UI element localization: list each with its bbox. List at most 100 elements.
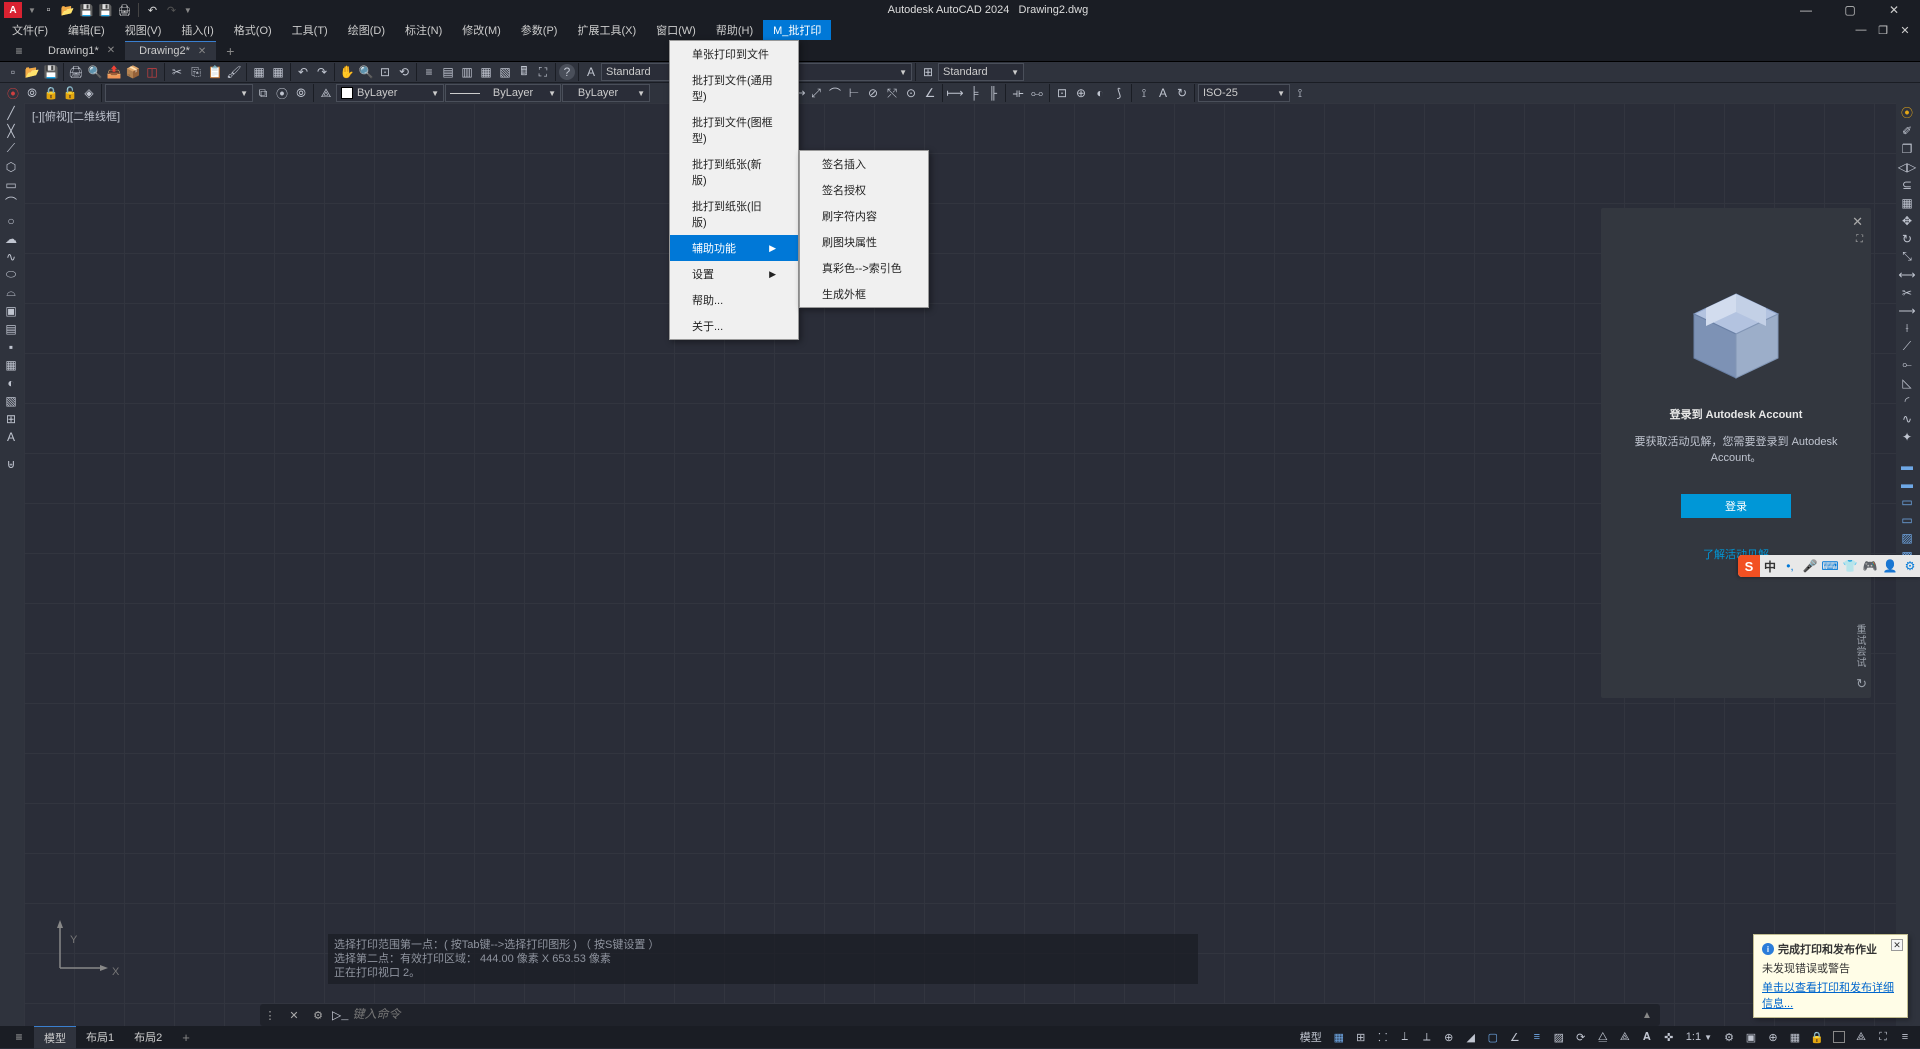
menuitem-12[interactable]: 帮助(H) bbox=[706, 20, 763, 40]
layerstates-icon[interactable]: ⟁ bbox=[317, 84, 335, 102]
array-icon[interactable]: ▦ bbox=[1896, 194, 1918, 211]
properties-icon[interactable]: ≡ bbox=[420, 63, 438, 81]
undo-icon[interactable]: ↶ bbox=[294, 63, 312, 81]
dim-angular-icon[interactable]: ∠ bbox=[921, 84, 939, 102]
publish-icon[interactable]: 📤 bbox=[105, 63, 123, 81]
table-icon[interactable]: ⊞ bbox=[0, 410, 22, 427]
drawing-canvas[interactable]: [-][俯视][二维线框] ✕ ⛶ 登录到 Autodesk Account 要… bbox=[24, 103, 1896, 1026]
command-line[interactable]: ⋮ ✕ ⚙ ▷_ ▲ bbox=[260, 1004, 1660, 1026]
menuitem-3[interactable]: 插入(I) bbox=[171, 20, 223, 40]
app-logo[interactable]: A bbox=[4, 2, 22, 18]
dimstyle-combo[interactable]: ISO-25▼ bbox=[1198, 84, 1290, 102]
move-icon[interactable]: ✥ bbox=[1896, 212, 1918, 229]
hamburger-icon[interactable]: ≡ bbox=[10, 43, 28, 59]
close-button[interactable]: ✕ bbox=[1872, 0, 1916, 20]
blend-icon[interactable]: ∿ bbox=[1896, 410, 1918, 427]
dyn-ucs-icon[interactable]: ⟁ bbox=[1614, 1027, 1636, 1047]
layer-off-icon[interactable]: ⦾ bbox=[23, 84, 41, 102]
dim-radius-icon[interactable]: ⊘ bbox=[864, 84, 882, 102]
markup-icon[interactable]: ▧ bbox=[496, 63, 514, 81]
insert-block-icon[interactable]: ▣ bbox=[0, 302, 22, 319]
draworder-front-icon[interactable]: ▬ bbox=[1896, 475, 1918, 492]
quickprops-icon[interactable]: ▦ bbox=[1784, 1027, 1806, 1047]
anno-monitor-icon[interactable]: ▣ bbox=[1740, 1027, 1762, 1047]
preview-icon[interactable]: 🔍 bbox=[86, 63, 104, 81]
draworder-above-icon[interactable]: ▭ bbox=[1896, 511, 1918, 528]
scale-icon[interactable]: ⤡ bbox=[1896, 248, 1918, 265]
ime-user-icon[interactable]: 👤 bbox=[1880, 556, 1900, 576]
add-layout-button[interactable]: + bbox=[172, 1027, 200, 1048]
rotate-icon[interactable]: ↻ bbox=[1896, 230, 1918, 247]
cleanscreen-icon[interactable]: ⛶ bbox=[534, 63, 552, 81]
toolpalette-icon[interactable]: ▥ bbox=[458, 63, 476, 81]
dim-baseline-icon[interactable]: ╞ bbox=[965, 84, 983, 102]
dim-diameter-icon[interactable]: ⊙ bbox=[902, 84, 920, 102]
menuitem-1[interactable]: 编辑(E) bbox=[58, 20, 115, 40]
cleanscreen-icon[interactable]: ⛶ bbox=[1872, 1027, 1894, 1047]
dim-continue-icon[interactable]: ╟ bbox=[984, 84, 1002, 102]
redo-icon[interactable]: ↷ bbox=[163, 2, 180, 18]
tolerance-icon[interactable]: ⊡ bbox=[1053, 84, 1071, 102]
designcenter-icon[interactable]: ▤ bbox=[439, 63, 457, 81]
fillet-icon[interactable]: ◜ bbox=[1896, 392, 1918, 409]
layer-iso-icon[interactable]: 🔓 bbox=[61, 84, 79, 102]
quickcalc-icon[interactable]: 🖩 bbox=[515, 63, 533, 81]
menu-item[interactable]: 签名授权 bbox=[800, 177, 928, 203]
new-icon[interactable]: ▫ bbox=[4, 63, 22, 81]
notif-close-icon[interactable]: ✕ bbox=[1891, 939, 1903, 951]
circle-icon[interactable]: ○ bbox=[0, 212, 22, 229]
block-icon[interactable]: ▦ bbox=[250, 63, 268, 81]
hardware-accel-icon[interactable]: ⟁ bbox=[1850, 1027, 1872, 1047]
layer-combo[interactable]: ByLayer▼ bbox=[336, 84, 444, 102]
sheet-set-icon[interactable]: ◫ bbox=[143, 63, 161, 81]
menu-item[interactable]: 真彩色-->索引色 bbox=[800, 255, 928, 281]
print-icon[interactable]: 🖨 bbox=[116, 2, 133, 18]
menu-item[interactable]: 签名插入 bbox=[800, 151, 928, 177]
etransmit-icon[interactable]: 📦 bbox=[124, 63, 142, 81]
dimspace-icon[interactable]: ⟛ bbox=[1009, 84, 1027, 102]
isodraft-icon[interactable]: ◢ bbox=[1460, 1027, 1482, 1047]
layer-combo-extra[interactable]: ▼ bbox=[105, 84, 253, 102]
units-icon[interactable]: ⊕ bbox=[1762, 1027, 1784, 1047]
model-button[interactable]: 模型 bbox=[1294, 1027, 1328, 1047]
menuitem-9[interactable]: 参数(P) bbox=[511, 20, 568, 40]
ime-settings-icon[interactable]: ⚙ bbox=[1900, 556, 1920, 576]
stretch-icon[interactable]: ⟷ bbox=[1896, 266, 1918, 283]
ime-logo-icon[interactable]: S bbox=[1738, 555, 1760, 577]
join-icon[interactable]: ⟜ bbox=[1896, 356, 1918, 373]
mdi-close[interactable]: ✕ bbox=[1894, 21, 1916, 39]
menu-item[interactable]: 设置▶ bbox=[670, 261, 798, 287]
undo-icon[interactable]: ↶ bbox=[144, 2, 161, 18]
rectangle-icon[interactable]: ▭ bbox=[0, 176, 22, 193]
draworder-back-icon[interactable]: ▬ bbox=[1896, 457, 1918, 474]
anno-scale-combo[interactable]: 1:1▼ bbox=[1680, 1031, 1718, 1043]
arc-icon[interactable]: ⌒ bbox=[0, 194, 22, 211]
menu-item[interactable]: 关于... bbox=[670, 313, 798, 339]
zoom-prev-icon[interactable]: ⟲ bbox=[395, 63, 413, 81]
revision-cloud-icon[interactable]: ☁ bbox=[0, 230, 22, 247]
pan-icon[interactable]: ✋ bbox=[338, 63, 356, 81]
cmd-close-icon[interactable]: ✕ bbox=[284, 1009, 304, 1022]
ime-toolbar[interactable]: S 中 •, 🎤 ⌨ 👕 🎮 👤 ⚙ bbox=[1738, 555, 1920, 577]
ime-skin-icon[interactable]: 👕 bbox=[1840, 556, 1860, 576]
break2-icon[interactable]: ⟋ bbox=[1896, 338, 1918, 355]
layer-freeze-icon[interactable]: ⦿ bbox=[4, 84, 22, 102]
dimedit-icon[interactable]: ⟟ bbox=[1135, 84, 1153, 102]
dim-ordinate-icon[interactable]: ⊢ bbox=[845, 84, 863, 102]
workspace-switch-icon[interactable]: ⚙ bbox=[1718, 1027, 1740, 1047]
add-tab-button[interactable]: + bbox=[216, 43, 244, 59]
diminspect-icon[interactable]: ◐ bbox=[1091, 84, 1109, 102]
menu-item[interactable]: 批打到文件(图框型) bbox=[670, 109, 798, 151]
dim-arc-icon[interactable]: ⌒ bbox=[826, 84, 844, 102]
dimupdate-icon[interactable]: ↻ bbox=[1173, 84, 1191, 102]
customize-icon[interactable]: ≡ bbox=[1894, 1027, 1916, 1047]
panel-maximize-icon[interactable]: ⛶ bbox=[1856, 234, 1863, 245]
mtext-icon[interactable]: A bbox=[0, 428, 22, 445]
menu-item[interactable]: 生成外框 bbox=[800, 281, 928, 307]
dimstyle-manager-icon[interactable]: ⟟ bbox=[1291, 84, 1309, 102]
line-icon[interactable]: ╱ bbox=[0, 104, 22, 121]
menu-item[interactable]: 批打到文件(通用型) bbox=[670, 67, 798, 109]
maximize-button[interactable]: ▢ bbox=[1828, 0, 1872, 20]
menuitem-13[interactable]: M_批打印 bbox=[763, 20, 831, 40]
transparency-icon[interactable]: ▨ bbox=[1548, 1027, 1570, 1047]
